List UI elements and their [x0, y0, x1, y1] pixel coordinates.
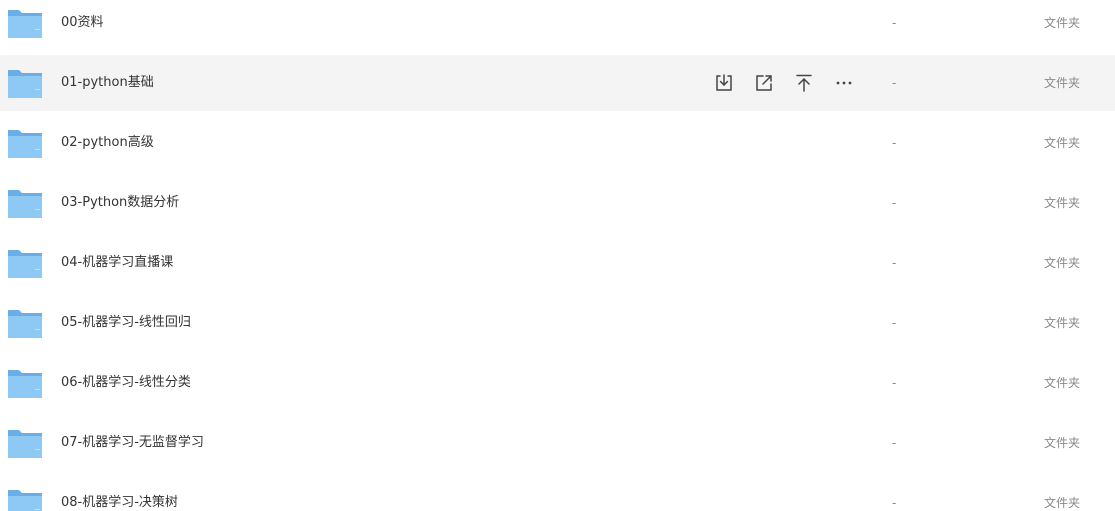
file-name[interactable]: 00资料 — [61, 0, 104, 51]
file-size: - — [892, 196, 897, 210]
file-row[interactable]: 06-机器学习-线性分类 - 文件夹 — [0, 355, 1115, 411]
download-icon[interactable] — [713, 72, 735, 94]
folder-icon — [8, 490, 42, 511]
file-name[interactable]: 01-python基础 — [61, 55, 154, 111]
file-type: 文件夹 — [1044, 196, 1081, 210]
file-type: 文件夹 — [1044, 436, 1081, 450]
file-row[interactable]: 08-机器学习-决策树 - 文件夹 — [0, 475, 1115, 511]
file-type: 文件夹 — [1044, 496, 1081, 510]
file-type: 文件夹 — [1044, 76, 1081, 90]
file-size: - — [892, 316, 897, 330]
file-row[interactable]: 03-Python数据分析 - 文件夹 — [0, 175, 1115, 231]
file-type: 文件夹 — [1044, 256, 1081, 270]
file-type: 文件夹 — [1044, 16, 1081, 30]
file-size: - — [892, 16, 897, 30]
share-icon[interactable] — [753, 72, 775, 94]
file-size: - — [892, 436, 897, 450]
folder-icon — [8, 250, 42, 278]
file-type: 文件夹 — [1044, 136, 1081, 150]
file-row[interactable]: 05-机器学习-线性回归 - 文件夹 — [0, 295, 1115, 351]
file-row[interactable]: 07-机器学习-无监督学习 - 文件夹 — [0, 415, 1115, 471]
folder-icon — [8, 430, 42, 458]
file-size: - — [892, 256, 897, 270]
more-icon[interactable] — [833, 72, 855, 94]
folder-icon — [8, 130, 42, 158]
file-type: 文件夹 — [1044, 316, 1081, 330]
file-row[interactable]: 04-机器学习直播课 - 文件夹 — [0, 235, 1115, 291]
file-name[interactable]: 04-机器学习直播课 — [61, 235, 173, 291]
file-size: - — [892, 376, 897, 390]
file-type: 文件夹 — [1044, 376, 1081, 390]
folder-icon — [8, 190, 42, 218]
file-size: - — [892, 496, 897, 510]
pin-to-top-icon[interactable] — [793, 72, 815, 94]
file-size: - — [892, 76, 897, 90]
file-name[interactable]: 07-机器学习-无监督学习 — [61, 415, 204, 471]
file-name[interactable]: 02-python高级 — [61, 115, 154, 171]
folder-icon — [8, 70, 42, 98]
folder-icon — [8, 10, 42, 38]
file-size: - — [892, 136, 897, 150]
file-name[interactable]: 08-机器学习-决策树 — [61, 475, 178, 511]
folder-icon — [8, 370, 42, 398]
file-row[interactable]: 02-python高级 - 文件夹 — [0, 115, 1115, 171]
file-name[interactable]: 03-Python数据分析 — [61, 175, 179, 231]
file-name[interactable]: 05-机器学习-线性回归 — [61, 295, 191, 351]
folder-icon — [8, 310, 42, 338]
file-row-hovered[interactable]: 01-python基础 - 文件夹 — [0, 55, 1115, 111]
file-row[interactable]: 00资料 - 文件夹 — [0, 0, 1115, 51]
file-name[interactable]: 06-机器学习-线性分类 — [61, 355, 191, 411]
